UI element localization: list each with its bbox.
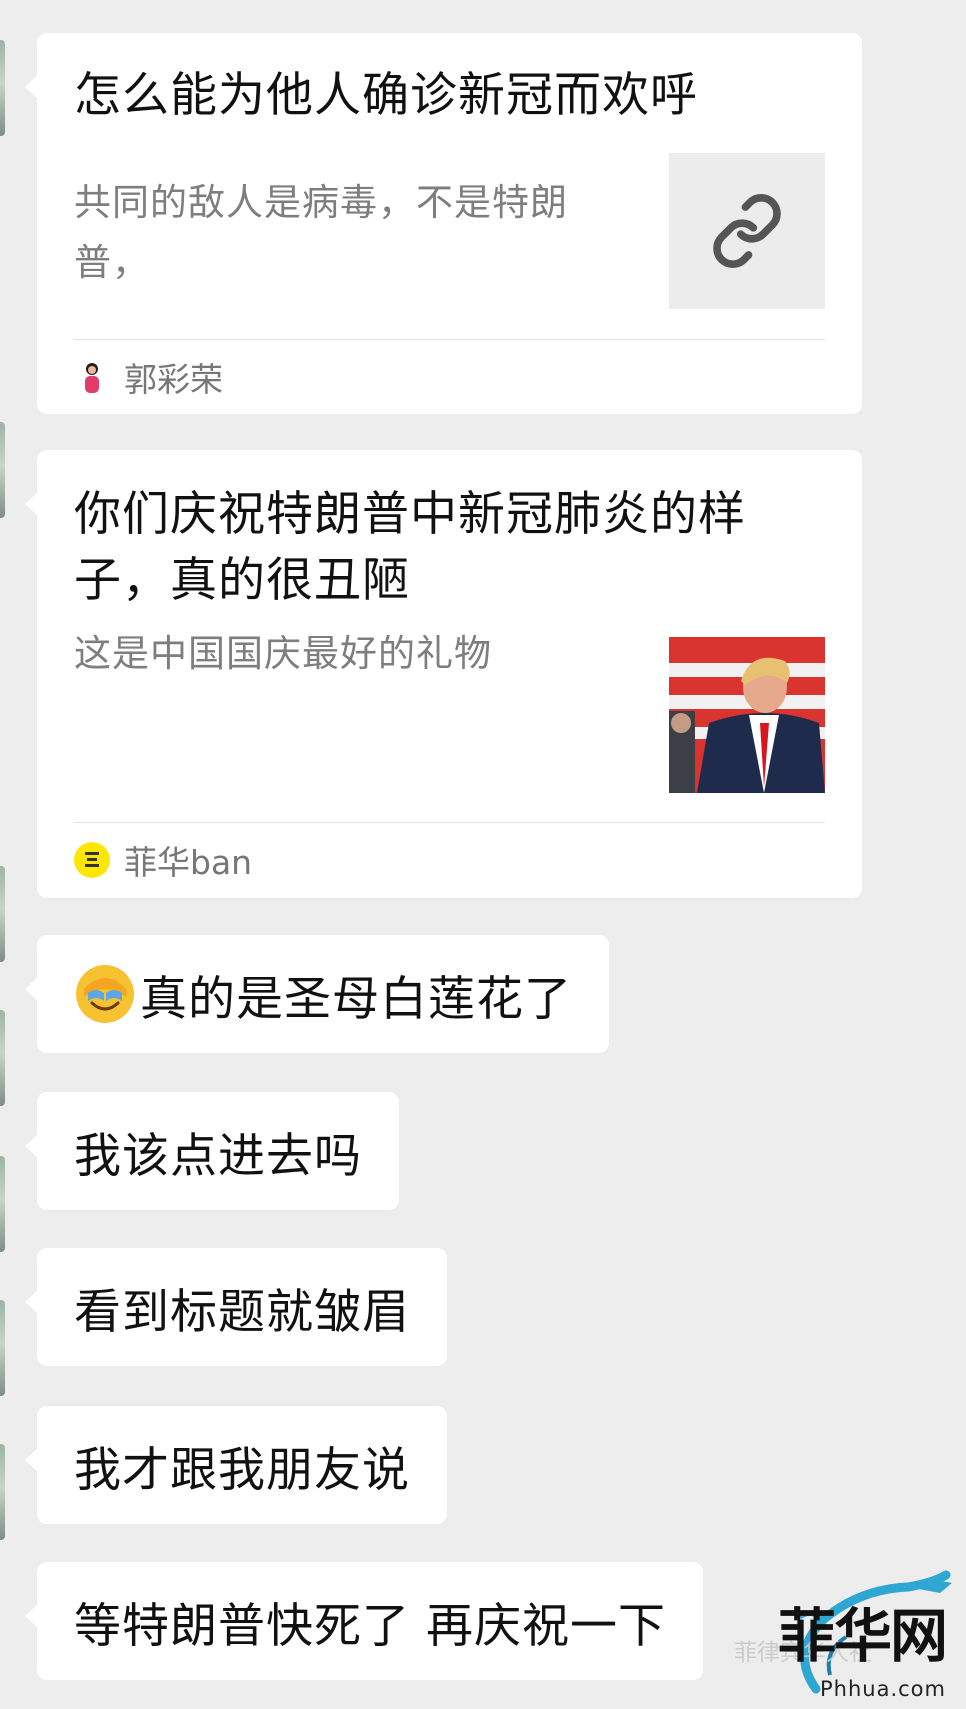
source-name: 菲华ban: [124, 843, 253, 882]
link-card-title: 你们庆祝特朗普中新冠肺炎的样 子，真的很丑陋: [74, 487, 746, 608]
text-message-bubble[interactable]: 我才跟我朋友说: [25, 1406, 447, 1524]
link-card-title: 怎么能为他人确诊新冠而欢呼: [74, 68, 698, 123]
watermark: 菲律宾华人社 菲华网 Phhua.com: [720, 1557, 960, 1707]
sender-avatar-edge[interactable]: [0, 40, 5, 136]
message-text: 真的是圣母白莲花了: [140, 971, 572, 1027]
sender-avatar-edge[interactable]: [0, 1300, 5, 1396]
link-thumbnail: [669, 153, 825, 309]
sender-avatar-edge[interactable]: [0, 422, 5, 518]
text-message-bubble[interactable]: 等特朗普快死了 再庆祝一下: [25, 1562, 703, 1680]
sender-avatar-edge[interactable]: [0, 1156, 5, 1252]
link-card-message[interactable]: 怎么能为他人确诊新冠而欢呼 共同的敌人是病毒，不是特朗 普， 郭彩荣: [25, 33, 862, 414]
message-text: 等特朗普快死了 再庆祝一下: [74, 1598, 666, 1654]
link-card-message[interactable]: 你们庆祝特朗普中新冠肺炎的样 子，真的很丑陋 这是中国国庆最好的礼物 菲华ban: [25, 450, 862, 898]
message-text: 我该点进去吗: [74, 1128, 362, 1184]
watermark-site-name: 菲华网: [777, 1602, 948, 1670]
link-card-source: 菲华ban: [74, 838, 252, 882]
source-avatar: [74, 359, 110, 395]
text-message-bubble[interactable]: 真的是圣母白莲花了: [25, 935, 609, 1053]
source-avatar: [74, 842, 110, 878]
photo-thumbnail: [669, 637, 825, 793]
sender-avatar-edge[interactable]: [0, 1010, 5, 1106]
link-card-source: 郭彩荣: [74, 355, 223, 399]
sender-avatar-edge[interactable]: [0, 866, 5, 962]
message-text: 我才跟我朋友说: [74, 1442, 410, 1498]
link-card-divider: [74, 822, 825, 823]
text-message-bubble[interactable]: 看到标题就皱眉: [25, 1248, 447, 1366]
text-message-bubble[interactable]: 我该点进去吗: [25, 1092, 399, 1210]
sender-avatar-edge[interactable]: [0, 1444, 5, 1540]
link-card-description: 共同的敌人是病毒，不是特朗 普，: [74, 181, 568, 284]
link-card-divider: [74, 339, 825, 340]
watermark-domain: Phhua.com: [820, 1677, 946, 1701]
message-text: 看到标题就皱眉: [74, 1284, 410, 1340]
link-icon: [713, 194, 781, 268]
source-name: 郭彩荣: [124, 360, 223, 399]
link-card-description: 这是中国国庆最好的礼物: [74, 632, 492, 675]
facepalm-crying-emoji: [76, 965, 134, 1023]
